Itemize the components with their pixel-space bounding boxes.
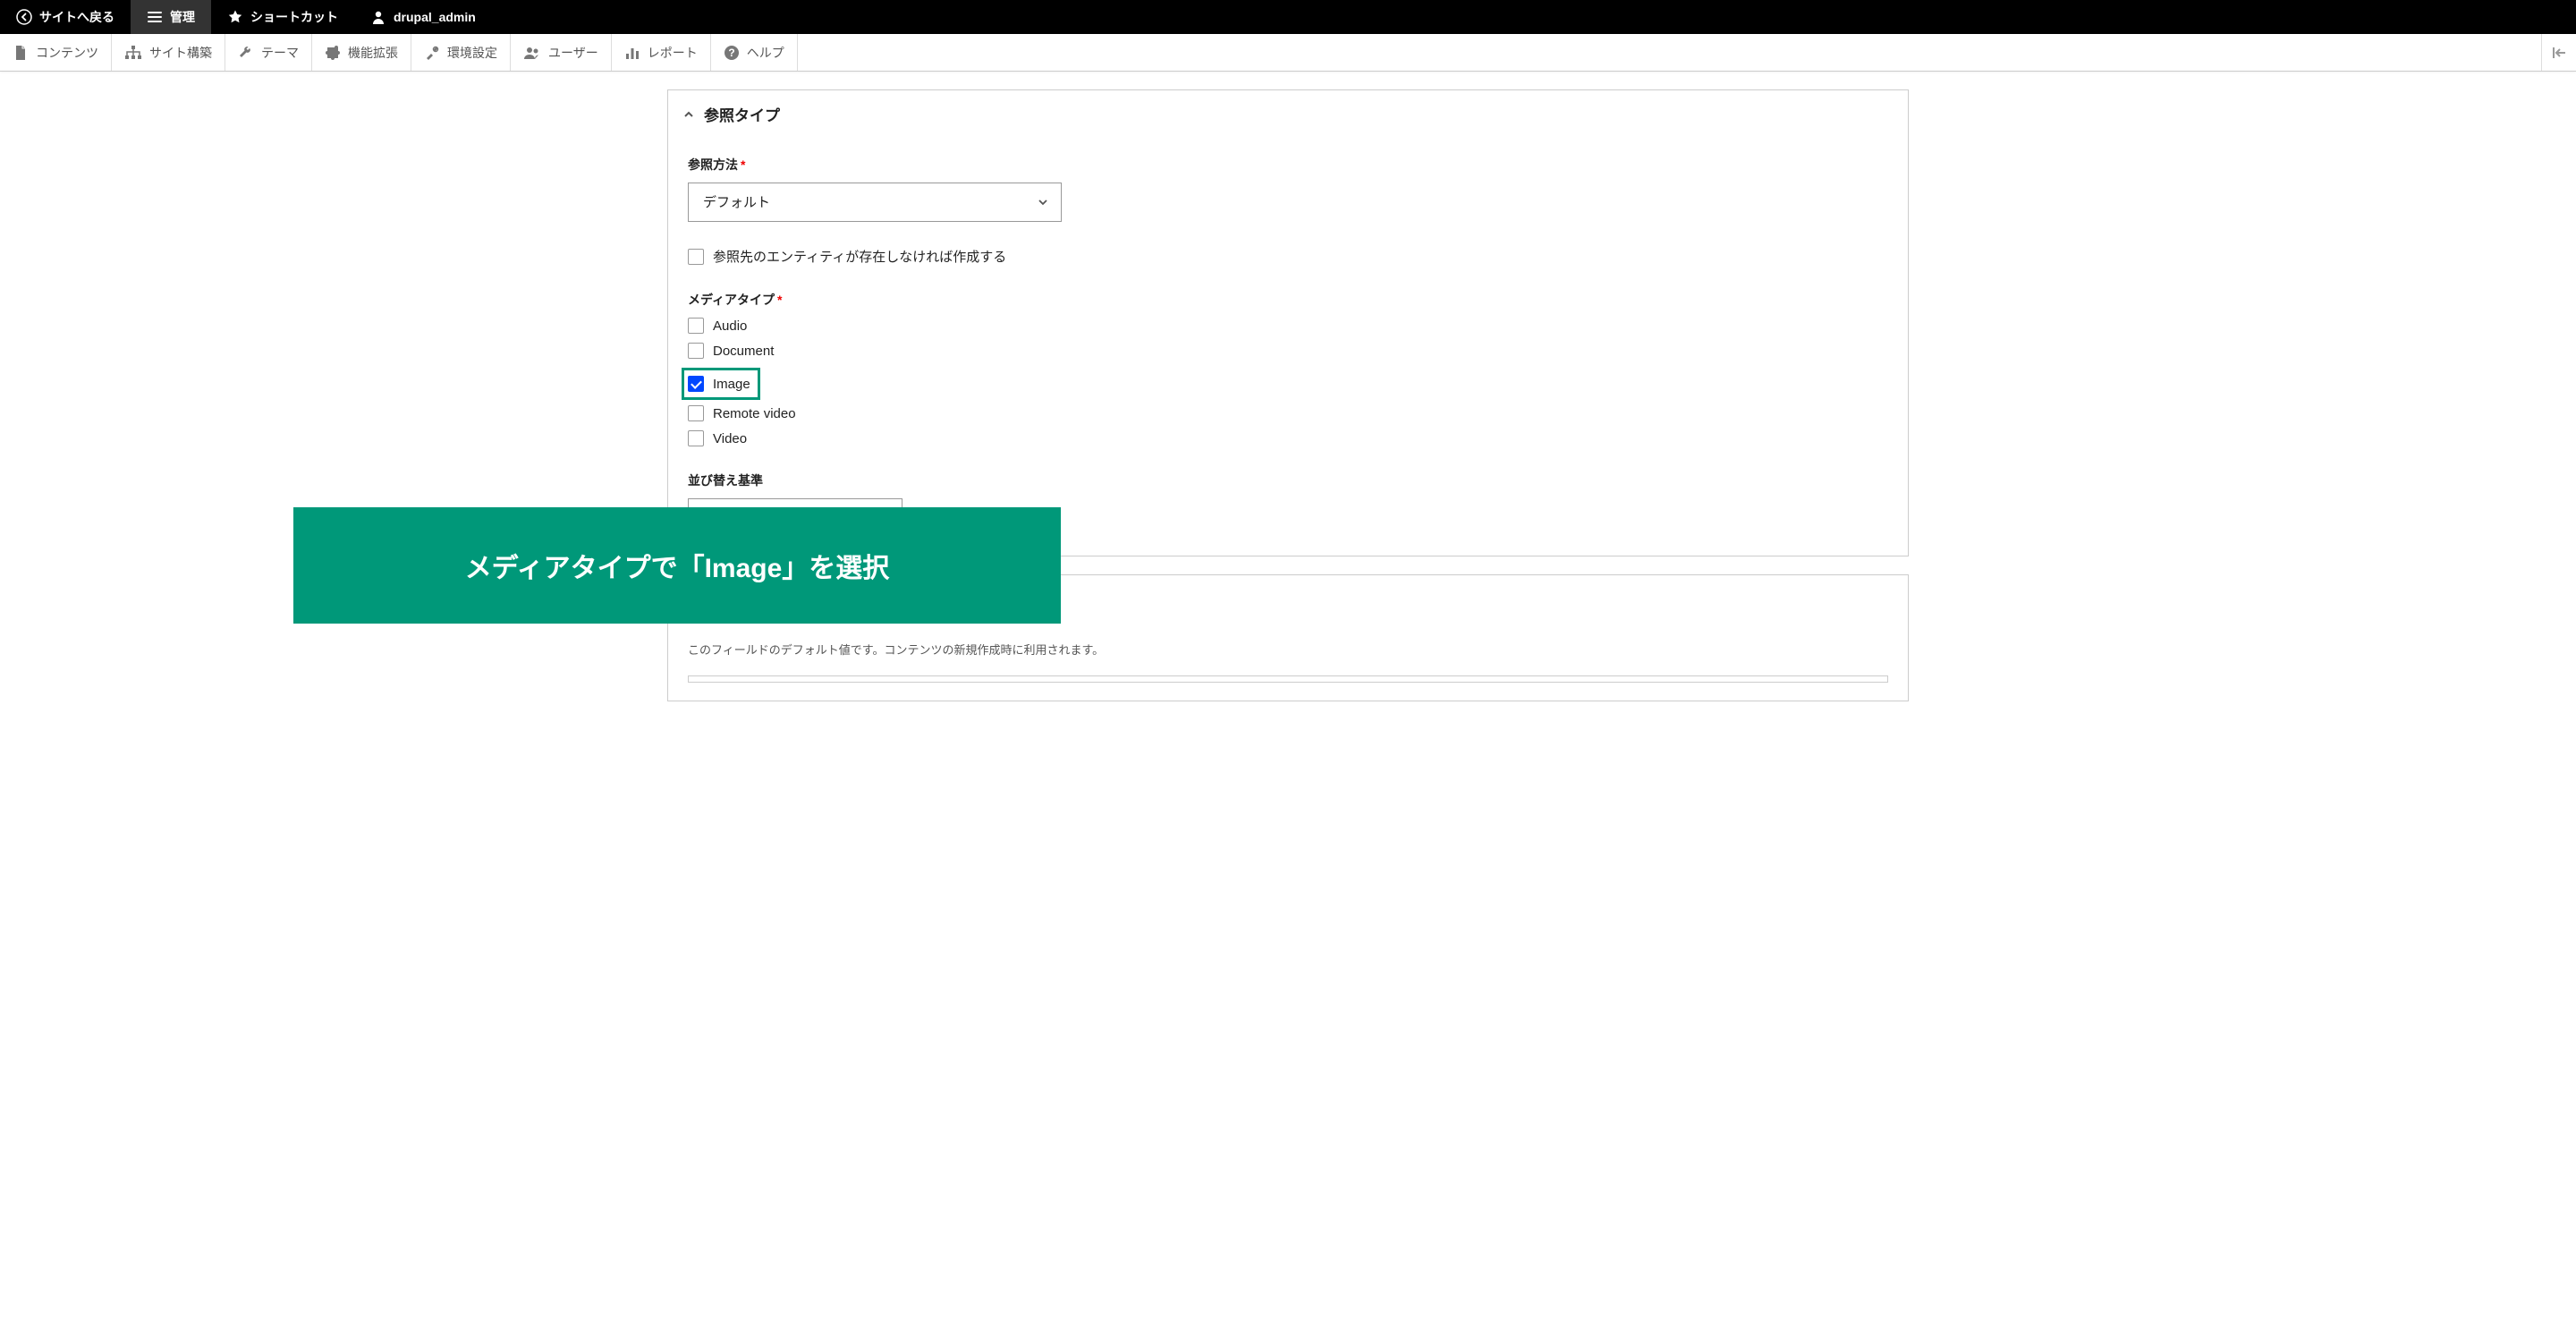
- menu-appearance[interactable]: テーマ: [225, 34, 312, 71]
- back-arrow-icon: [16, 9, 32, 25]
- annotation-banner: メディアタイプで「Image」を選択: [293, 507, 1061, 624]
- collapse-icon: [2551, 47, 2567, 59]
- menu-reports-label: レポート: [648, 44, 698, 62]
- toolbar-collapse-button[interactable]: [2541, 34, 2576, 71]
- menu-people-label: ユーザー: [548, 44, 598, 62]
- sitemap-icon: [124, 45, 142, 61]
- shortcuts-label: ショートカット: [250, 8, 338, 26]
- toolbar-admin-menu: コンテンツ サイト構築 テーマ 機能拡張 環境設定 ユーザー レポート: [0, 34, 2576, 72]
- menu-appearance-label: テーマ: [261, 44, 299, 62]
- menu-extend-label: 機能拡張: [348, 44, 398, 62]
- media-type-audio-row: Audio: [688, 318, 1888, 334]
- back-to-site-label: サイトへ戻る: [39, 8, 114, 26]
- tools-icon: [424, 45, 440, 61]
- media-type-label: メディアタイプ*: [688, 291, 1888, 309]
- media-type-remote-video-checkbox[interactable]: [688, 405, 704, 421]
- media-type-audio-checkbox[interactable]: [688, 318, 704, 334]
- annotation-text: メディアタイプで「Image」を選択: [465, 546, 890, 585]
- reference-method-select-wrapper: デフォルト: [688, 183, 1062, 222]
- media-type-audio-label[interactable]: Audio: [713, 319, 747, 334]
- svg-text:?: ?: [728, 47, 734, 59]
- panel-reference-title: 参照タイプ: [704, 103, 780, 125]
- manage-label: 管理: [170, 8, 195, 26]
- media-type-image-label[interactable]: Image: [713, 377, 750, 392]
- star-icon: [227, 9, 243, 25]
- menu-structure[interactable]: サイト構築: [112, 34, 225, 71]
- menu-content-label: コンテンツ: [36, 44, 98, 62]
- username-label: drupal_admin: [394, 10, 476, 24]
- menu-people[interactable]: ユーザー: [511, 34, 612, 71]
- create-entity-label[interactable]: 参照先のエンティティが存在しなければ作成する: [713, 247, 1006, 266]
- media-type-remote-video-row: Remote video: [688, 405, 1888, 421]
- reference-method-label: 参照方法*: [688, 156, 1888, 174]
- menu-configuration[interactable]: 環境設定: [411, 34, 511, 71]
- sort-label: 並び替え基準: [688, 471, 1888, 489]
- menu-structure-label: サイト構築: [149, 44, 212, 62]
- menu-help-label: ヘルプ: [747, 44, 784, 62]
- create-entity-checkbox-row: 参照先のエンティティが存在しなければ作成する: [688, 247, 1888, 266]
- media-type-remote-video-label[interactable]: Remote video: [713, 406, 796, 421]
- document-icon: [13, 45, 29, 61]
- panel-reference-body: 参照方法* デフォルト 参照先のエンティティが存在しなければ作成する メディアタ…: [668, 138, 1908, 556]
- toolbar-admin-top: サイトへ戻る 管理 ショートカット drupal_admin: [0, 0, 2576, 34]
- default-value-field-partial: [688, 675, 1888, 683]
- menu-content[interactable]: コンテンツ: [0, 34, 112, 71]
- chevron-down-icon: [682, 108, 695, 121]
- panel-reference-type: 参照タイプ 参照方法* デフォルト 参照先のエンティティが存在しなければ作成する: [667, 89, 1909, 556]
- panel-reference-type-header[interactable]: 参照タイプ: [668, 90, 1908, 138]
- media-type-document-checkbox[interactable]: [688, 343, 704, 359]
- users-icon: [523, 45, 541, 61]
- back-to-site-link[interactable]: サイトへ戻る: [0, 0, 131, 34]
- media-types-group: Audio Document Image Remote video Video: [688, 318, 1888, 446]
- panel-default-body: このフィールドのデフォルト値です。コンテンツの新規作成時に利用されます。: [668, 623, 1908, 701]
- media-type-document-row: Document: [688, 343, 1888, 359]
- media-type-video-checkbox[interactable]: [688, 430, 704, 446]
- media-type-document-label[interactable]: Document: [713, 344, 774, 359]
- media-type-image-highlight: Image: [682, 368, 760, 400]
- media-type-video-row: Video: [688, 430, 1888, 446]
- menu-reports[interactable]: レポート: [612, 34, 711, 71]
- reference-method-select[interactable]: デフォルト: [688, 183, 1062, 222]
- chart-icon: [624, 45, 640, 61]
- puzzle-icon: [325, 45, 341, 61]
- create-entity-checkbox[interactable]: [688, 249, 704, 265]
- media-type-video-label[interactable]: Video: [713, 431, 747, 446]
- manage-menu-link[interactable]: 管理: [131, 0, 211, 34]
- wrench-icon: [238, 45, 254, 61]
- menu-extend[interactable]: 機能拡張: [312, 34, 411, 71]
- default-value-help-text: このフィールドのデフォルト値です。コンテンツの新規作成時に利用されます。: [688, 641, 1888, 658]
- hamburger-icon: [147, 9, 163, 25]
- shortcuts-link[interactable]: ショートカット: [211, 0, 354, 34]
- help-icon: ?: [724, 45, 740, 61]
- user-icon: [370, 9, 386, 25]
- media-type-image-checkbox[interactable]: [688, 376, 704, 392]
- menu-help[interactable]: ? ヘルプ: [711, 34, 798, 71]
- user-menu-link[interactable]: drupal_admin: [354, 0, 492, 34]
- menu-configuration-label: 環境設定: [447, 44, 497, 62]
